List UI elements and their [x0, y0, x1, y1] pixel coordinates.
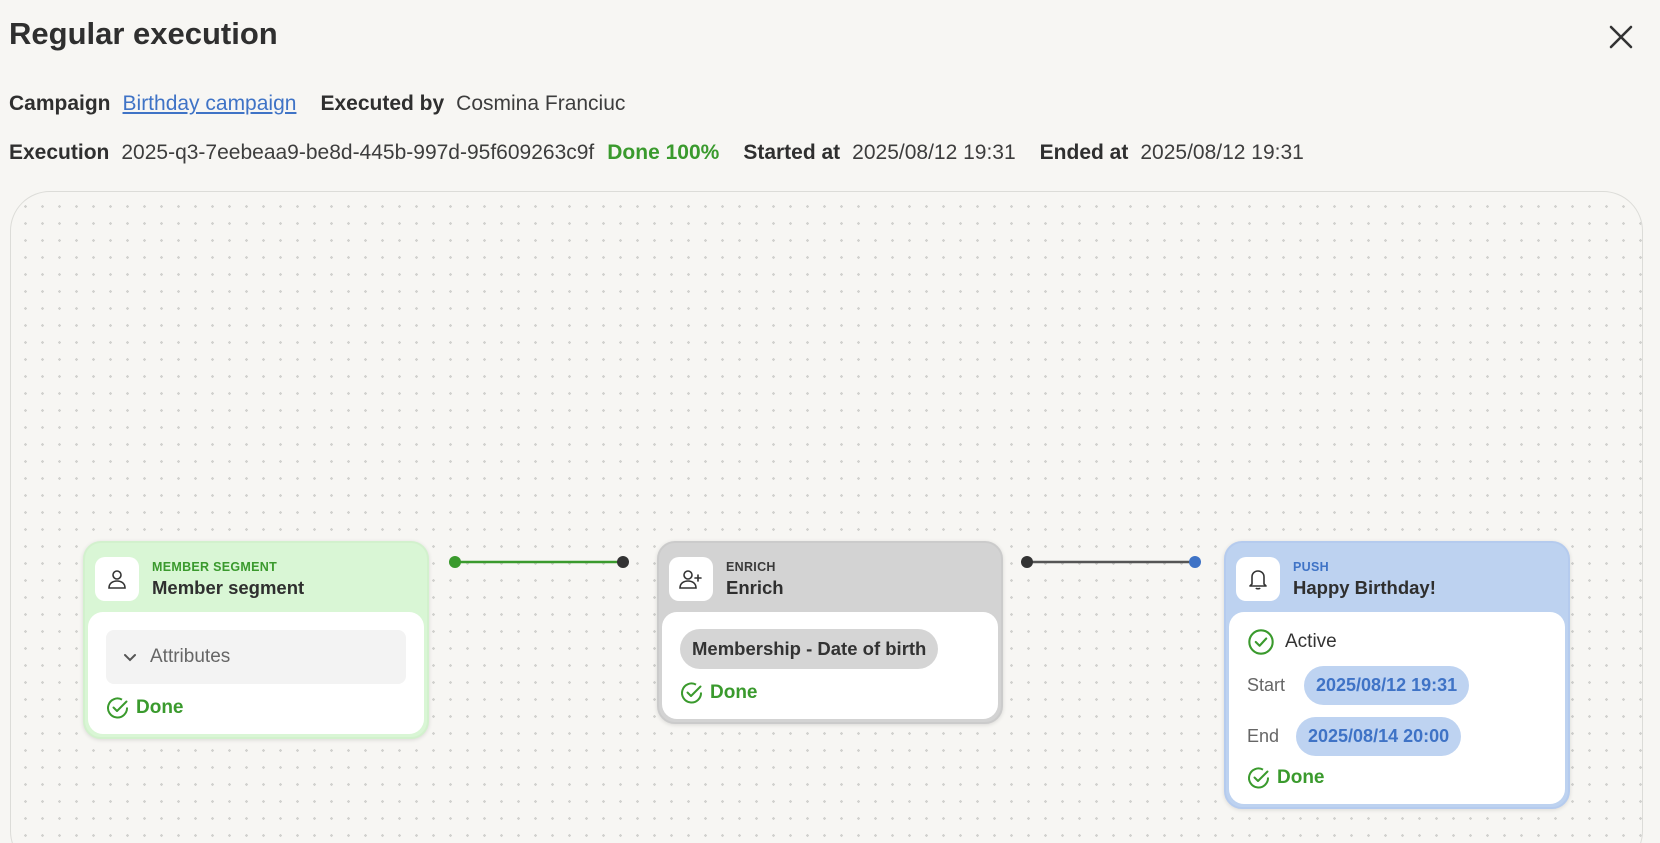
node-member-segment[interactable]: MEMBER SEGMENT Member segment Attributes… [83, 541, 429, 739]
connector-enrich-push [1021, 556, 1201, 568]
executed-by-label: Executed by [320, 92, 445, 115]
start-date-pill: 2025/08/12 19:31 [1304, 666, 1470, 705]
node-enrich[interactable]: ENRICH Enrich Membership - Date of birth… [657, 541, 1003, 724]
started-at-value: 2025/08/12 19:31 [852, 141, 1016, 164]
status-active: Active [1247, 628, 1547, 656]
status-label: Done [136, 697, 184, 718]
user-icon [95, 557, 139, 601]
campaign-label: Campaign [9, 92, 111, 115]
node-name: Happy Birthday! [1293, 576, 1436, 598]
status-done: Done [1247, 766, 1547, 790]
meta-row-campaign: Campaign Birthday campaign Executed by C… [9, 92, 649, 116]
node-header: PUSH Happy Birthday! [1229, 546, 1565, 612]
close-button[interactable] [1604, 20, 1638, 54]
node-body: Active Start 2025/08/12 19:31 End 2025/0… [1229, 612, 1565, 804]
connector-segment-enrich [449, 556, 629, 568]
node-kind: PUSH [1293, 559, 1329, 574]
start-label: Start [1247, 675, 1286, 695]
execution-label: Execution [9, 141, 110, 164]
active-label: Active [1285, 631, 1337, 652]
check-circle-icon [107, 697, 129, 719]
campaign-link[interactable]: Birthday campaign [123, 92, 297, 116]
bell-icon [1236, 557, 1280, 601]
status-done: Done [106, 696, 406, 720]
end-row: End 2025/08/14 20:00 [1247, 717, 1547, 756]
status-label: Done [710, 682, 758, 703]
node-kind: MEMBER SEGMENT [152, 559, 278, 574]
ended-at-value: 2025/08/12 19:31 [1140, 141, 1304, 164]
node-push[interactable]: PUSH Happy Birthday! Active Start 2025/0… [1224, 541, 1570, 809]
check-circle-icon [1248, 629, 1274, 655]
meta-row-execution: Execution 2025-q3-7eebeaa9-be8d-445b-997… [9, 141, 1328, 165]
node-header: ENRICH Enrich [662, 546, 998, 612]
attributes-label: Attributes [150, 646, 231, 667]
status-label: Done [1277, 767, 1325, 788]
check-circle-icon [681, 682, 703, 704]
started-at-label: Started at [743, 141, 841, 164]
user-plus-icon [669, 557, 713, 601]
ended-at-label: Ended at [1039, 141, 1129, 164]
attributes-toggle[interactable]: Attributes [106, 630, 406, 684]
node-body: Attributes Done [88, 612, 424, 734]
dialog-title: Regular execution [9, 16, 278, 51]
check-circle-icon [1248, 767, 1270, 789]
end-label: End [1247, 726, 1280, 746]
end-date-pill: 2025/08/14 20:00 [1296, 717, 1462, 756]
enrich-field-tag: Membership - Date of birth [680, 629, 939, 669]
chevron-down-icon [122, 649, 138, 665]
close-icon [1609, 25, 1633, 49]
node-header: MEMBER SEGMENT Member segment [88, 546, 424, 612]
executed-by-value: Cosmina Franciuc [456, 92, 626, 115]
node-body: Membership - Date of birth Done [662, 612, 998, 719]
node-name: Member segment [152, 576, 305, 598]
execution-status: Done 100% [607, 141, 720, 164]
flow-canvas[interactable]: MEMBER SEGMENT Member segment Attributes… [10, 191, 1643, 843]
node-name: Enrich [726, 576, 784, 598]
execution-id: 2025-q3-7eebeaa9-be8d-445b-997d-95f60926… [121, 141, 595, 164]
node-kind: ENRICH [726, 559, 776, 574]
status-done: Done [680, 681, 980, 705]
start-row: Start 2025/08/12 19:31 [1247, 666, 1547, 705]
